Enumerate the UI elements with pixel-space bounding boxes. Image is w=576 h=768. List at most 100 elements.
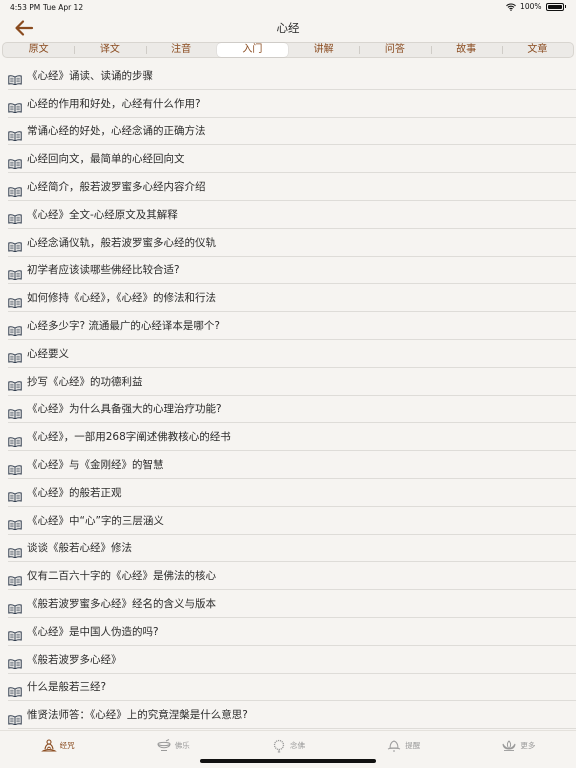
page-title: 心经 [276,21,300,35]
status-date: Tue Apr 12 [43,3,84,12]
list-item[interactable]: 《心经》，一部用268字阐述佛教核心的经书 [8,423,576,452]
article-list: 《心经》诵读、读诵的步骤心经的作用和好处，心经有什么作用? 常诵心经的好处，心经念… [0,62,576,730]
list-item-title: 《心经》，一部用268字阐述佛教核心的经书 [27,431,231,444]
open-book-icon [8,432,22,448]
open-book-icon [8,487,22,503]
list-item[interactable]: 《心经》为什么具备强大的心理治疗功能? [8,396,576,424]
list-item-title: 初学者应该读哪些佛经比较合适? [27,264,180,277]
list-item-title: 抄写《心经》的功德利益 [27,375,143,388]
list-item[interactable]: 《心经》与《金刚经》的智慧 [8,451,576,479]
tab-0[interactable]: 原文 [3,43,74,57]
list-item[interactable]: 仅有二百六十字的《心经》是佛法的核心 [8,562,576,591]
tabbar-item-label: 念佛 [290,741,305,750]
tab-3[interactable]: 入门 [216,43,288,57]
list-item[interactable]: 抄写《心经》的功德利益 [8,368,576,396]
tab-4[interactable]: 讲解 [288,43,359,57]
list-item-title: 仅有二百六十字的《心经》是佛法的核心 [27,570,216,583]
tab-1[interactable]: 译文 [74,43,145,57]
open-book-icon [8,154,22,170]
tabbar-item-label: 经咒 [59,741,75,750]
list-item[interactable]: 惟贤法师答：《心经》上的究竟涅槃是什么意思? [8,701,576,730]
list-item-title: 《般若波罗多心经》 [27,653,122,666]
navigation-bar: 心经 [0,14,576,42]
open-book-icon [8,460,22,475]
list-item[interactable]: 《心经》全文-心经原文及其解释 [8,201,576,229]
list-item[interactable]: 心经的作用和好处，心经有什么作用? [8,90,576,118]
tabbar-item-label: 佛乐 [174,741,190,750]
open-book-icon [8,98,22,114]
status-bar: 4:53 PM Tue Apr 12 100% [0,0,576,14]
battery-percent: 100% [520,2,542,11]
tabbar-item-0[interactable]: 经咒 [0,731,115,768]
open-book-icon [8,293,22,309]
list-item[interactable]: 心经多少字? 流通最广的心经译本是哪个? [8,312,576,340]
list-item[interactable]: 常诵心经的好处，心经念诵的正确方法 [8,118,576,146]
lotus-icon [501,739,517,753]
list-item-title: 《心经》诵读、读诵的步骤 [27,69,153,82]
list-item[interactable]: 《般若波罗多心经》 [8,646,576,674]
open-book-icon [8,265,22,281]
list-item-title: 《心经》全文-心经原文及其解释 [27,208,178,221]
open-book-icon [8,626,22,642]
battery-cap [564,5,566,8]
list-item-title: 《心经》为什么具备强大的心理治疗功能? [27,403,222,416]
tab-7[interactable]: 文章 [501,43,573,57]
open-book-icon [8,182,22,197]
status-right: 100% [506,2,566,11]
list-item-title: 《般若波罗蜜多心经》经名的含义与版本 [27,598,216,611]
open-book-icon [8,209,22,225]
open-book-icon [8,515,22,531]
status-time: 4:53 PM [10,3,41,12]
tabbar-item-label: 更多 [520,741,536,750]
list-item-title: 心经回向文，最简单的心经回向文 [27,153,185,166]
list-item[interactable]: 心经简介，般若波罗蜜多心经内容介绍 [8,173,576,201]
tab-6[interactable]: 故事 [430,43,502,57]
open-book-icon [8,654,22,670]
bowl-icon [156,738,172,753]
battery-icon [545,2,564,11]
open-book-icon [8,682,22,698]
list-item-title: 心经念诵仪轨，般若波罗蜜多心经的仪轨 [27,236,216,249]
list-item-title: 常诵心经的好处，心经念诵的正确方法 [27,125,206,138]
open-book-icon [8,376,22,392]
list-item[interactable]: 心经要义 [8,340,576,368]
list-item[interactable]: 谈谈《般若心经》修法 [8,535,576,563]
list-item[interactable]: 《心经》的般若正观 [8,479,576,507]
open-book-icon [8,599,22,614]
list-item-title: 如何修持《心经》，《心经》的修法和行法 [27,292,216,305]
open-book-icon [8,348,22,364]
list-item-title: 什么是般若三经? [27,681,107,694]
tabbar-item-label: 提醒 [405,741,421,750]
home-indicator [200,759,376,763]
list-item[interactable]: 《心经》诵读、读诵的步骤 [8,62,576,90]
lotus-bell-icon [386,739,402,753]
list-item[interactable]: 什么是般若三经? [8,674,576,702]
open-book-icon [8,710,22,726]
tabbar-item-4[interactable]: 更多 [461,731,576,768]
list-item[interactable]: 《般若波罗蜜多心经》经名的含义与版本 [8,590,576,618]
list-item[interactable]: 初学者应该读哪些佛经比较合适? [8,257,576,285]
list-item-title: 《心经》与《金刚经》的智慧 [27,459,164,472]
open-book-icon [8,321,22,336]
open-book-icon [8,543,22,559]
list-item-title: 谈谈《般若心经》修法 [27,542,132,555]
tab-5[interactable]: 问答 [359,43,430,57]
list-item[interactable]: 如何修持《心经》，《心经》的修法和行法 [8,284,576,313]
list-item-title: 心经简介，般若波罗蜜多心经内容介绍 [27,181,206,194]
list-item[interactable]: 心经回向文，最简单的心经回向文 [8,145,576,174]
list-item[interactable]: 《心经》是中国人伪造的吗? [8,618,576,646]
open-book-icon [8,70,22,86]
list-item-title: 心经多少字? 流通最广的心经译本是哪个? [27,320,220,333]
tab-2[interactable]: 注音 [145,43,217,57]
open-book-icon [8,237,22,253]
list-item-title: 惟贤法师答：《心经》上的究竟涅槃是什么意思? [27,709,248,722]
list-item-title: 《心经》中“心”字的三层涵义 [27,514,164,527]
open-book-icon [8,126,22,142]
wifi-icon [506,3,516,11]
list-item-title: 《心经》的般若正观 [27,486,122,499]
list-item[interactable]: 心经念诵仪轨，般若波罗蜜多心经的仪轨 [8,229,576,257]
segment-tabs: 原文 译文 注音 入门 讲解 问答 故事 文章 [2,42,574,58]
list-item-title: 《心经》是中国人伪造的吗? [27,625,159,638]
list-item[interactable]: 《心经》中“心”字的三层涵义 [8,507,576,535]
list-item-title: 心经要义 [27,347,69,360]
